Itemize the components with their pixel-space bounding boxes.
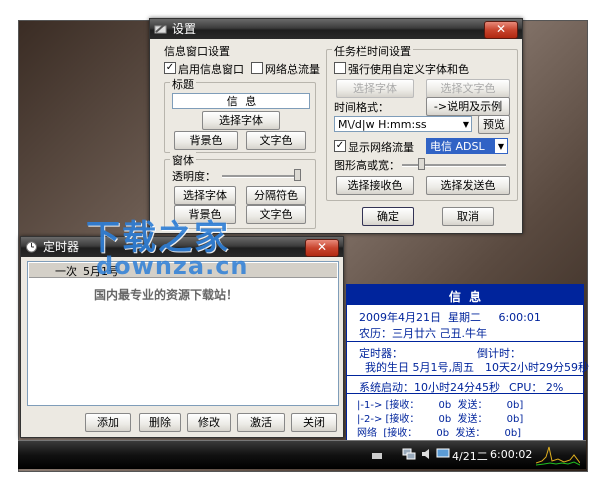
window-text-color-button[interactable]: 文字色: [246, 205, 306, 224]
custom-font-label: 强行使用自定义字体和色: [348, 63, 469, 76]
timer-close-action-button[interactable]: 关闭: [291, 413, 337, 432]
custom-font-checkbox[interactable]: [334, 62, 346, 74]
text-color-button[interactable]: 文字色: [246, 131, 306, 150]
close-icon: ✕: [316, 240, 328, 254]
preview-button[interactable]: 预览: [478, 115, 510, 134]
watermark-domain: downza.cn: [96, 252, 249, 280]
taskbar-time[interactable]: 6:00:02: [490, 448, 532, 461]
choose-font-button[interactable]: 选择字体: [202, 111, 280, 130]
taskbar-group-label: 任务栏时间设置: [332, 43, 413, 59]
net-traffic-graph: [536, 446, 580, 466]
timer-close-button[interactable]: ✕: [305, 239, 339, 257]
info-divider: [347, 375, 583, 376]
taskbar-date[interactable]: 4/21二: [452, 448, 488, 464]
caption-group-label: 标题: [170, 76, 196, 92]
net-total-checkbox[interactable]: [251, 62, 263, 74]
info-panel-header: 信 息: [347, 285, 583, 305]
timer-add-button[interactable]: 添加: [85, 413, 131, 432]
close-icon: ✕: [495, 22, 507, 36]
info-date-line: 2009年4月21日 星期二 6:00:01: [359, 311, 541, 324]
net-adapter-value: 电信 ADSL: [430, 140, 485, 153]
bg-color-button[interactable]: 背景色: [174, 131, 238, 150]
show-net-label: 显示网络流量: [348, 141, 414, 154]
show-desktop-icon[interactable]: [372, 453, 382, 459]
ok-button[interactable]: 确定: [362, 207, 414, 226]
timer-delete-button[interactable]: 删除: [139, 413, 181, 432]
info-divider: [347, 341, 583, 342]
settings-window: 设置 ✕ 信息窗口设置 ✓ 启用信息窗口 网络总流量 标题 信 息 选择字体 背…: [149, 18, 523, 234]
settings-title: 设置: [172, 22, 197, 36]
caption-input[interactable]: 信 息: [172, 93, 310, 109]
time-format-value: M\/d|w H:mm:ss: [338, 118, 427, 131]
separator-color-button[interactable]: 分隔符色: [246, 186, 306, 205]
timer-activate-button[interactable]: 激活: [237, 413, 285, 432]
show-net-checkbox[interactable]: ✓: [334, 140, 346, 152]
enable-info-label: 启用信息窗口: [178, 63, 244, 76]
transparency-slider-thumb[interactable]: [294, 169, 301, 181]
info-countdown-value: 10天2小时29分59秒: [485, 361, 589, 374]
info-group-label: 信息窗口设置: [164, 45, 230, 58]
info-net2: |-2-> [接收： 0b 发送： 0b]: [357, 414, 524, 425]
explain-button[interactable]: ->说明及示例: [426, 97, 510, 116]
settings-titlebar[interactable]: 设置 ✕: [150, 19, 522, 39]
volume-tray-icon[interactable]: [420, 447, 434, 461]
taskbar: 4/21二 6:00:02: [18, 440, 586, 469]
info-net3: 网络 [接收： 0b 发送： 0b]: [357, 428, 522, 439]
timer-title: 定时器: [43, 240, 80, 254]
timer-app-icon: [26, 241, 37, 253]
recv-color-button[interactable]: 选择接收色: [336, 176, 414, 195]
watermark-slogan: 国内最专业的资源下载站！: [94, 288, 239, 302]
info-divider: [347, 393, 583, 394]
monitor-tray-icon[interactable]: [436, 447, 450, 461]
chevron-down-icon[interactable]: ▼: [495, 139, 507, 153]
window-choose-font-button[interactable]: 选择字体: [174, 186, 236, 205]
time-format-label: 时间格式：: [334, 101, 389, 114]
transparency-slider[interactable]: [222, 175, 300, 178]
info-net1: |-1-> [接收： 0b 发送： 0b]: [357, 400, 524, 411]
graph-hw-label: 图形高或宽：: [334, 159, 400, 172]
taskbar-choose-color-button[interactable]: 选择文字色: [426, 79, 510, 98]
chevron-down-icon[interactable]: ▼: [463, 117, 469, 131]
net-adapter-select[interactable]: 电信 ADSL ▼: [426, 138, 508, 154]
window-group-label: 窗体: [170, 152, 196, 168]
transparency-label: 透明度：: [172, 170, 216, 183]
info-timer-item: 我的生日 5月1号,周五: [365, 361, 474, 374]
graph-hw-slider-thumb[interactable]: [418, 158, 425, 170]
timer-modify-button[interactable]: 修改: [187, 413, 231, 432]
info-lunar-line: 农历：三月廿六 己丑.牛年: [359, 327, 487, 340]
timer-list[interactable]: 一次 5月1号: [27, 261, 339, 406]
network-tray-icon[interactable]: [402, 447, 416, 461]
info-panel-title: 信 息: [448, 290, 482, 304]
send-color-button[interactable]: 选择发送色: [426, 176, 510, 195]
settings-close-button[interactable]: ✕: [484, 21, 518, 39]
timer-row-once: 一次: [55, 265, 77, 278]
info-panel: 信 息 2009年4月21日 星期二 6:00:01 农历：三月廿六 己丑.牛年…: [346, 284, 589, 442]
time-format-input[interactable]: M\/d|w H:mm:ss ▼: [334, 116, 472, 132]
cancel-button[interactable]: 取消: [442, 207, 494, 226]
taskbar-choose-font-button[interactable]: 选择字体: [336, 79, 414, 98]
net-total-label: 网络总流量: [265, 63, 320, 76]
enable-info-checkbox[interactable]: ✓: [164, 62, 176, 74]
settings-app-icon: [154, 24, 167, 34]
